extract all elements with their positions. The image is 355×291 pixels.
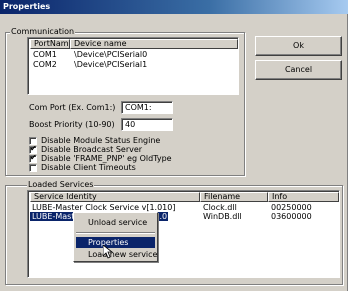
communication-legend: Communication <box>10 27 76 36</box>
service-row-1-identity[interactable]: LUBE-Master Clock Service v[1.010] <box>32 203 200 212</box>
port-row-2-device[interactable]: \Device\PCISerial1 <box>74 60 204 69</box>
column-header-filename[interactable]: Filename <box>200 192 268 202</box>
menu-item-load-new-service[interactable]: Load new service <box>76 249 157 260</box>
cancel-button[interactable]: Cancel <box>255 60 342 80</box>
com-port-input[interactable]: COM1: <box>121 101 173 114</box>
column-header-device-name[interactable]: Device name <box>70 39 238 49</box>
menu-item-unload-service[interactable]: Unload service <box>76 217 155 228</box>
context-menu: Unload service Properties Load new servi… <box>73 212 158 262</box>
properties-dialog: Properties Communication PortName Device… <box>0 0 348 291</box>
disable-client-timeouts-label: Disable Client Timeouts <box>41 163 136 172</box>
port-row-1-device[interactable]: \Device\PCISerial0 <box>74 50 204 59</box>
disable-client-timeouts-checkbox[interactable] <box>29 164 37 172</box>
port-row-1-port[interactable]: COM1 <box>33 50 68 59</box>
boost-priority-input[interactable]: 40 <box>121 118 173 131</box>
column-header-portname[interactable]: PortName <box>30 39 70 49</box>
port-row-2-port[interactable]: COM2 <box>33 60 68 69</box>
port-list[interactable]: PortName Device name COM1 \Device\PCISer… <box>27 37 239 95</box>
disable-frame-pnp-checkbox[interactable]: ✔ <box>29 153 37 163</box>
menu-item-properties[interactable]: Properties <box>76 237 155 248</box>
loaded-services-legend: Loaded Services <box>27 180 95 189</box>
mouse-cursor-icon <box>103 245 113 259</box>
com-port-label: Com Port (Ex. Com1:) <box>29 103 116 112</box>
menu-separator <box>76 232 155 234</box>
column-header-service-identity[interactable]: Service Identity <box>30 192 200 202</box>
window-title: Properties <box>3 2 51 11</box>
boost-priority-label: Boost Priority (10-90) <box>29 120 115 129</box>
service-row-1-info[interactable]: 00250000 <box>271 203 337 212</box>
title-bar[interactable]: Properties <box>0 0 348 14</box>
service-row-2-info[interactable]: 03600000 <box>271 212 337 221</box>
checkmark-icon: ✔ <box>30 153 37 162</box>
service-row-2-filename[interactable]: WinDB.dll <box>203 212 267 221</box>
column-header-info[interactable]: Info <box>268 192 339 202</box>
ok-button[interactable]: Ok <box>255 36 342 56</box>
service-row-1-filename[interactable]: Clock.dll <box>203 203 267 212</box>
